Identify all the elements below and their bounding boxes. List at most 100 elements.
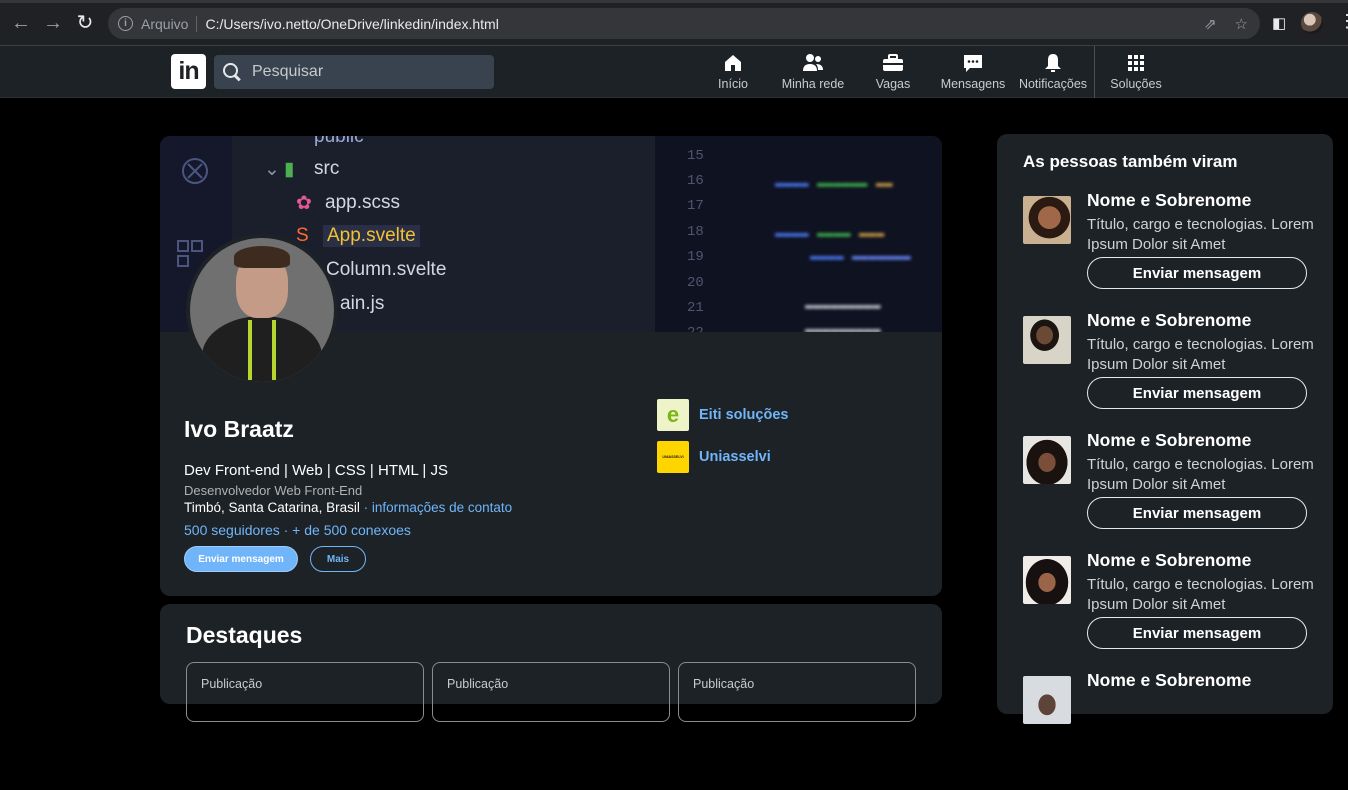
browser-toolbar: ← → ↻ i Arquivo C:/Users/ivo.netto/OneDr…: [0, 0, 1348, 46]
highlight-item[interactable]: Publicação: [186, 662, 424, 722]
banner-file-public: public: [314, 136, 364, 147]
connections-link[interactable]: 500 seguidores · + de 500 conexoes: [184, 522, 411, 538]
person-name[interactable]: Nome e Sobrenome: [1087, 430, 1251, 451]
info-icon[interactable]: i: [118, 16, 133, 31]
suggested-person: Nome e Sobrenome Título, cargo e tecnolo…: [1023, 430, 1314, 550]
photo-hair: [234, 246, 290, 268]
nav-label: Minha rede: [781, 77, 845, 91]
highlights-title: Destaques: [186, 622, 303, 648]
org-eiti[interactable]: e Eiti soluções: [657, 399, 788, 431]
briefcase-icon: [881, 51, 905, 75]
banner-code-blur: ▬▬▬▬▬▬▬▬▬: [805, 298, 881, 314]
side-panel-icon[interactable]: ◧: [1272, 14, 1286, 32]
person-photo[interactable]: [1023, 196, 1071, 244]
person-title: Título, cargo e tecnologias. Lorem Ipsum…: [1087, 336, 1314, 373]
profile-location: Timbó, Santa Catarina, Brasil: [184, 500, 360, 515]
contact-info-link[interactable]: · informações de contato: [364, 500, 513, 515]
nav-label: Vagas: [875, 77, 911, 91]
profile-avatar[interactable]: [186, 234, 338, 386]
suggested-person: Nome e Sobrenome Título, cargo e tecnolo…: [1023, 190, 1314, 310]
profile-headline: Dev Front-end | Web | CSS | HTML | JS: [184, 462, 448, 479]
banner-file-main-js: ain.js: [340, 293, 385, 314]
nav-label: Início: [718, 77, 748, 91]
banner-code-editor: 15 16 17 18 19 20 21 22 ▬▬▬▬ ▬▬▬▬▬▬ ▬▬ ▬…: [655, 136, 942, 332]
line-number: 21: [687, 300, 704, 316]
tab-strip: [0, 0, 1348, 3]
reload-icon[interactable]: ↻: [74, 12, 96, 34]
eiti-logo: e: [657, 399, 689, 431]
profile-photo: [190, 238, 334, 382]
person-send-message-button[interactable]: Enviar mensagem: [1087, 497, 1307, 529]
main-nav: Início Minha rede Vagas Mensagens Notifi…: [700, 46, 1176, 98]
profile-location-row: Timbó, Santa Catarina, Brasil · informaç…: [184, 500, 512, 515]
nav-item-vagas[interactable]: Vagas: [853, 46, 933, 98]
url-text[interactable]: C:/Users/ivo.netto/OneDrive/linkedin/ind…: [205, 16, 498, 32]
home-icon: [721, 51, 745, 75]
nav-label: Mensagens: [940, 77, 1006, 91]
banner-code-blur: ▬▬▬▬▬▬▬▬▬: [805, 322, 881, 332]
person-send-message-button[interactable]: Enviar mensagem: [1087, 617, 1307, 649]
bookmark-star-icon[interactable]: ☆: [1235, 15, 1248, 33]
more-button[interactable]: Mais: [310, 546, 366, 572]
banner-file-column-svelte: Column.svelte: [326, 259, 447, 280]
person-photo[interactable]: [1023, 676, 1071, 724]
address-bar[interactable]: i Arquivo C:/Users/ivo.netto/OneDrive/li…: [108, 8, 1260, 39]
site-header: in Início Minha rede Vagas Men: [0, 46, 1348, 98]
nav-item-minha-rede[interactable]: Minha rede: [773, 46, 853, 98]
browser-profile-avatar[interactable]: [1301, 12, 1323, 34]
search-box[interactable]: [214, 55, 494, 89]
profile-name: Ivo Braatz: [184, 416, 294, 442]
send-message-button[interactable]: Enviar mensagem: [184, 546, 298, 572]
profile-card: public ⌄ ▮ src ✿ app.scss S App.svelte C…: [160, 136, 942, 596]
person-photo[interactable]: [1023, 556, 1071, 604]
org-uniasselvi[interactable]: UNIASSELVI Uniasselvi: [657, 441, 771, 473]
highlight-item[interactable]: Publicação: [432, 662, 670, 722]
back-icon[interactable]: ←: [10, 12, 32, 34]
person-name[interactable]: Nome e Sobrenome: [1087, 670, 1251, 691]
person-name[interactable]: Nome e Sobrenome: [1087, 310, 1251, 331]
org-label: Eiti soluções: [699, 407, 789, 423]
scheme-label: Arquivo: [141, 15, 189, 32]
person-title: Título, cargo e tecnologias. Lorem Ipsum…: [1087, 456, 1314, 493]
org-label: Uniasselvi: [699, 449, 771, 465]
person-send-message-button[interactable]: Enviar mensagem: [1087, 257, 1307, 289]
search-input[interactable]: [252, 63, 472, 81]
forward-icon[interactable]: →: [42, 12, 64, 34]
profile-subtitle: Desenvolvedor Web Front-End: [184, 483, 363, 498]
person-send-message-button[interactable]: Enviar mensagem: [1087, 377, 1307, 409]
person-photo[interactable]: [1023, 316, 1071, 364]
line-number: 16: [687, 173, 704, 189]
folder-icon: ▮: [284, 159, 295, 180]
banner-file-app-svelte: App.svelte: [323, 225, 420, 247]
suggested-person: Nome e Sobrenome Título, cargo e tecnolo…: [1023, 550, 1314, 670]
banner-file-app-scss: app.scss: [325, 192, 400, 213]
nav-item-inicio[interactable]: Início: [693, 46, 773, 98]
share-icon[interactable]: ⇗: [1204, 15, 1217, 33]
person-name[interactable]: Nome e Sobrenome: [1087, 190, 1251, 211]
suggested-person: Nome e Sobrenome: [1023, 670, 1313, 790]
bell-icon: [1041, 51, 1065, 75]
line-number: 22: [687, 325, 704, 332]
address-divider: [196, 15, 198, 32]
banner-code-blur: ▬▬▬▬ ▬▬▬▬ ▬▬▬: [775, 226, 885, 242]
sass-icon: ✿: [296, 193, 312, 214]
linkedin-logo[interactable]: in: [171, 54, 206, 89]
chevron-down-icon: ⌄: [264, 159, 280, 180]
nav-label: Notificações: [1018, 77, 1088, 91]
banner-code-blur: ▬▬▬▬ ▬▬▬▬▬▬ ▬▬: [775, 176, 893, 192]
person-name[interactable]: Nome e Sobrenome: [1087, 550, 1251, 571]
highlight-item[interactable]: Publicação: [678, 662, 916, 722]
line-number: 15: [687, 148, 704, 164]
people-also-viewed-card: As pessoas também viram Nome e Sobrenome…: [997, 134, 1333, 724]
person-photo[interactable]: [1023, 436, 1071, 484]
suggested-person: Nome e Sobrenome Título, cargo e tecnolo…: [1023, 310, 1314, 430]
nav-item-notificacoes[interactable]: Notificações: [1013, 46, 1093, 98]
line-number: 20: [687, 275, 704, 291]
nav-item-mensagens[interactable]: Mensagens: [933, 46, 1013, 98]
line-number: 17: [687, 198, 704, 214]
menu-kebab-icon[interactable]: ⋮: [1338, 12, 1348, 30]
highlights-card: Destaques Publicação Publicação Publicaç…: [160, 604, 942, 722]
network-icon: [801, 51, 825, 75]
nav-item-solucoes[interactable]: Soluções: [1096, 46, 1176, 98]
messages-icon: [961, 51, 985, 75]
